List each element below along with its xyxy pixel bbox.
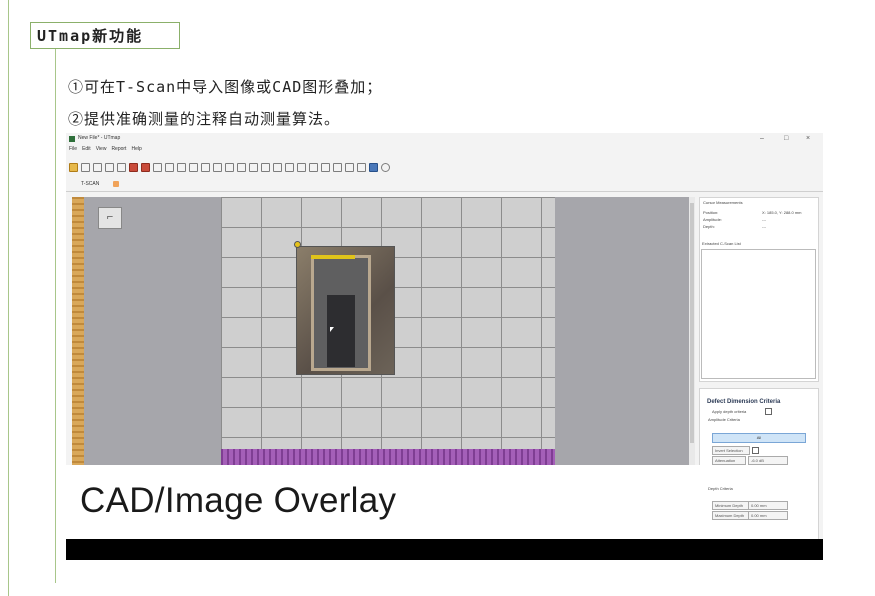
max-depth-label: Maximum Depth <box>712 511 750 520</box>
all-button[interactable]: All <box>712 433 806 443</box>
link-icon[interactable] <box>321 162 330 172</box>
section-heading: UTmap新功能 <box>30 22 180 49</box>
position-value: X: 185.0, Y: 288.0 mm <box>762 210 802 215</box>
notes-icon[interactable] <box>357 162 366 172</box>
scrollbar-thumb[interactable] <box>690 203 694 443</box>
feature-item-2: ②提供准确测量的注释自动测量算法。 <box>68 110 341 128</box>
tab-tscan[interactable]: T-SCAN <box>81 181 99 187</box>
max-depth-input[interactable]: 0.00 mm <box>748 511 788 520</box>
min-depth-label: Minimum Depth <box>712 501 750 510</box>
zoom-in-icon[interactable] <box>225 162 234 172</box>
download-icon[interactable] <box>141 162 150 172</box>
zoom-out-icon[interactable] <box>237 162 246 172</box>
percent-icon[interactable] <box>201 162 210 172</box>
window-title: New File* - UTmap <box>78 135 121 141</box>
menu-help[interactable]: Help <box>131 146 141 152</box>
import-icon[interactable] <box>105 162 114 172</box>
save-icon[interactable] <box>369 162 378 172</box>
amplitude-value: --- <box>762 217 766 222</box>
defect-criteria-panel: Defect Dimension Criteria Apply depth cr… <box>699 388 819 540</box>
app-screenshot: New File* - UTmap – □ × File Edit View R… <box>66 133 823 560</box>
apply-depth-checkbox[interactable] <box>765 408 772 415</box>
menu-edit[interactable]: Edit <box>82 146 91 152</box>
overlay-resize-handle[interactable] <box>294 241 301 248</box>
copy-icon[interactable] <box>309 162 318 172</box>
amplitude-label: Amplitude: <box>703 217 722 222</box>
flip-icon[interactable] <box>261 162 270 172</box>
overlay-image-strip <box>311 255 355 259</box>
layers-icon[interactable] <box>285 162 294 172</box>
invert-selection-checkbox[interactable] <box>752 447 759 454</box>
defect-criteria-title: Defect Dimension Criteria <box>707 399 781 405</box>
new-file-icon[interactable] <box>69 162 78 172</box>
tab-close-icon[interactable] <box>113 181 119 187</box>
bottom-black-bar <box>66 539 823 560</box>
vertical-ruler <box>72 197 84 465</box>
attenuation-input[interactable]: -6.0 dB <box>748 456 788 465</box>
recent-folder-icon[interactable] <box>93 162 102 172</box>
layout-right-icon[interactable] <box>165 162 174 172</box>
app-icon <box>69 136 75 142</box>
minimize-icon[interactable]: – <box>760 135 764 142</box>
menu-bar: File Edit View Report Help <box>69 146 142 152</box>
min-depth-input[interactable]: 0.00 mm <box>748 501 788 510</box>
close-icon[interactable]: × <box>806 135 810 142</box>
depth-criteria-label: Depth Criteria <box>708 486 733 491</box>
cscan-list[interactable] <box>701 249 816 379</box>
depth-value: --- <box>762 224 766 229</box>
layout-left-icon[interactable] <box>153 162 162 172</box>
report-icon[interactable] <box>345 162 354 172</box>
decorative-left-line <box>8 0 9 596</box>
grid-icon[interactable] <box>273 162 282 172</box>
attenuation-label: Attenuation <box>712 456 746 465</box>
upload-icon[interactable] <box>129 162 138 172</box>
apply-depth-label: Apply depth criteria <box>712 409 747 414</box>
tab-strip: T-SCAN <box>66 180 823 192</box>
maximize-icon[interactable]: □ <box>784 135 788 142</box>
crosshair-icon[interactable] <box>333 162 342 172</box>
menu-view[interactable]: View <box>96 146 107 152</box>
feature-item-1: ①可在T-Scan中导入图像或CAD图形叠加； <box>68 78 383 96</box>
horizontal-ruler <box>221 449 555 465</box>
help-icon[interactable] <box>381 162 390 172</box>
depth-label: Depth: <box>703 224 715 229</box>
cscan-list-label: Extracted C-Scan List <box>702 241 741 246</box>
decorative-inner-line <box>55 48 56 583</box>
export-icon[interactable] <box>117 162 126 172</box>
amplitude-criteria-label: Amplitude Criteria <box>708 417 740 422</box>
pan-icon[interactable] <box>249 162 258 172</box>
origin-axis-icon: ⌐ <box>98 207 122 229</box>
overlay-image[interactable] <box>296 246 395 375</box>
mouse-cursor-icon <box>330 327 334 332</box>
caption-area: CAD/Image Overlay <box>66 465 701 539</box>
hand-icon[interactable] <box>297 162 306 172</box>
fit-view-icon[interactable] <box>213 162 222 172</box>
window-titlebar: New File* - UTmap – □ × <box>66 133 823 145</box>
open-folder-icon[interactable] <box>81 162 90 172</box>
rotate-icon[interactable] <box>177 162 186 172</box>
cursor-panel-title: Cursor Measurements <box>703 200 743 205</box>
measure-icon[interactable] <box>189 162 198 172</box>
toolbar <box>69 160 529 174</box>
menu-report[interactable]: Report <box>111 146 126 152</box>
caption-text: CAD/Image Overlay <box>80 481 397 520</box>
position-label: Position: <box>703 210 719 215</box>
scan-canvas[interactable]: ⌐ <box>72 197 689 465</box>
invert-selection-label: Invert Selection <box>712 446 750 455</box>
menu-file[interactable]: File <box>69 146 77 152</box>
